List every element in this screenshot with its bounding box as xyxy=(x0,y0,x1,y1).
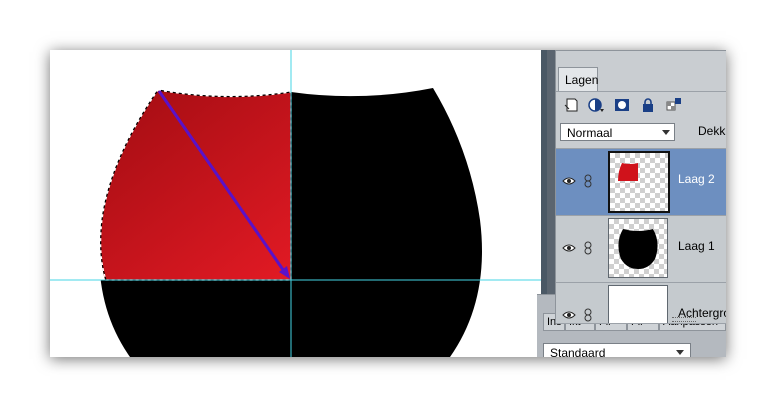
layers-mode-bar: Normaal Dekk xyxy=(556,120,726,149)
preset-select[interactable]: Standaard xyxy=(543,343,691,357)
resize-grip[interactable] xyxy=(672,317,696,322)
layer-name[interactable]: Laag 1 xyxy=(678,239,715,253)
screenshot-frame: Ins Ikt Fil Fil Aanpassen Standaard Lage… xyxy=(50,50,726,357)
link-icon[interactable] xyxy=(584,308,592,322)
layers-tab-bar: Lagen xyxy=(556,51,726,92)
layer-thumbnail xyxy=(608,218,668,278)
blend-mode-value: Normaal xyxy=(567,126,613,140)
layer-thumbnail-art xyxy=(618,229,658,269)
layer-mask-icon[interactable] xyxy=(614,97,630,113)
layers-toolbar xyxy=(556,92,726,120)
tab-lagen[interactable]: Lagen xyxy=(558,67,598,91)
layer-thumbnail xyxy=(608,151,670,213)
preset-select-value: Standaard xyxy=(550,346,606,357)
layer-row-laag-2[interactable]: Laag 2 xyxy=(556,149,726,216)
lock-transparency-icon[interactable] xyxy=(666,97,682,113)
document-canvas[interactable] xyxy=(50,50,541,357)
eye-icon[interactable] xyxy=(562,310,576,320)
chevron-down-icon xyxy=(662,130,670,135)
layer-name[interactable]: Laag 2 xyxy=(678,172,715,186)
layer-row-achtergrond[interactable]: Achtergrond xyxy=(556,283,726,324)
blend-mode-select[interactable]: Normaal xyxy=(560,123,675,141)
adjustment-layer-icon[interactable] xyxy=(588,97,604,113)
opacity-label: Dekk xyxy=(698,124,726,138)
layer-thumbnail-art xyxy=(618,163,638,181)
link-icon[interactable] xyxy=(584,174,592,188)
canvas-artwork xyxy=(50,50,541,357)
link-icon[interactable] xyxy=(584,241,592,255)
layer-row-laag-1[interactable]: Laag 1 xyxy=(556,216,726,283)
eye-icon[interactable] xyxy=(562,176,576,186)
new-layer-icon[interactable] xyxy=(564,97,580,113)
layer-thumbnail xyxy=(608,285,668,323)
eye-icon[interactable] xyxy=(562,243,576,253)
layers-palette: Lagen Normaal Dekk Laag 2 Laag 1 Achterg… xyxy=(555,50,726,324)
lock-icon[interactable] xyxy=(640,97,656,113)
chevron-down-icon xyxy=(676,350,684,355)
